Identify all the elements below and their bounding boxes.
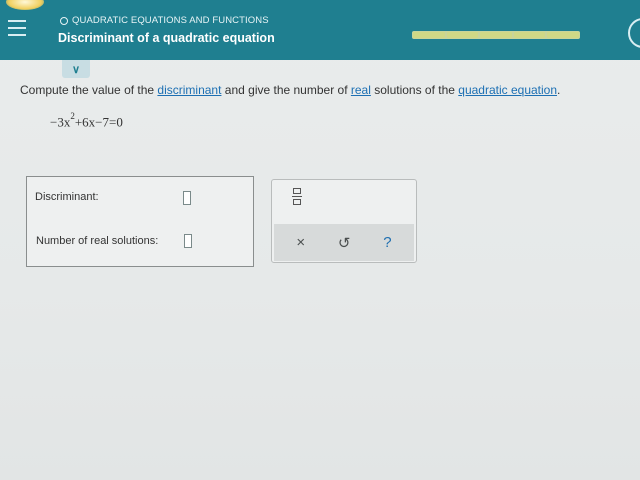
collapse-toggle-button[interactable]: ∨ [62, 60, 90, 78]
topic-circle-icon [60, 16, 68, 25]
progress-segment [413, 32, 445, 38]
fraction-icon[interactable] [292, 188, 302, 208]
discriminant-input[interactable] [183, 191, 191, 205]
prompt-text: Compute the value of the [20, 83, 158, 97]
prompt-text: and give the number of [221, 83, 351, 97]
quadratic-equation-link[interactable]: quadratic equation [458, 83, 557, 97]
undo-icon[interactable]: ↺ [338, 234, 351, 252]
menu-icon[interactable] [8, 20, 26, 38]
real-link[interactable]: real [351, 83, 371, 97]
progress-segment [480, 32, 512, 38]
discriminant-label: Discriminant: [35, 191, 99, 203]
topic-text: QUADRATIC EQUATIONS AND FUNCTIONS [72, 15, 269, 26]
equation-term: −3x [50, 114, 71, 130]
prompt-text: . [557, 83, 561, 97]
equation-term: +6x−7=0 [74, 114, 123, 130]
options-button[interactable] [628, 18, 640, 48]
header-bar: QUADRATIC EQUATIONS AND FUNCTIONS Discri… [0, 0, 640, 60]
progress-segment [446, 32, 479, 38]
glare-spot [6, 0, 44, 10]
discriminant-link[interactable]: discriminant [157, 83, 221, 97]
progress-segment [547, 32, 579, 38]
prompt-text: solutions of the [370, 83, 459, 97]
page-title: Discriminant of a quadratic equation [58, 31, 275, 45]
answer-panel: Discriminant: Number of real solutions: [26, 176, 254, 267]
progress-bar [412, 31, 580, 39]
clear-icon[interactable]: × [296, 234, 305, 251]
progress-segment [513, 32, 546, 38]
toolbar-actions: × ↺ ? [274, 224, 414, 261]
question-prompt: Compute the value of the discriminant an… [20, 83, 560, 97]
help-icon[interactable]: ? [383, 234, 391, 251]
equation-exponent: 2 [70, 111, 75, 121]
solutions-label: Number of real solutions: [36, 235, 159, 247]
solutions-input[interactable] [184, 234, 192, 248]
math-toolbar: × ↺ ? [271, 179, 417, 263]
quadratic-equation: −3x2+6x−7=0 [50, 111, 123, 130]
chevron-down-icon: ∨ [71, 63, 81, 76]
topic-label: QUADRATIC EQUATIONS AND FUNCTIONS [60, 15, 269, 26]
